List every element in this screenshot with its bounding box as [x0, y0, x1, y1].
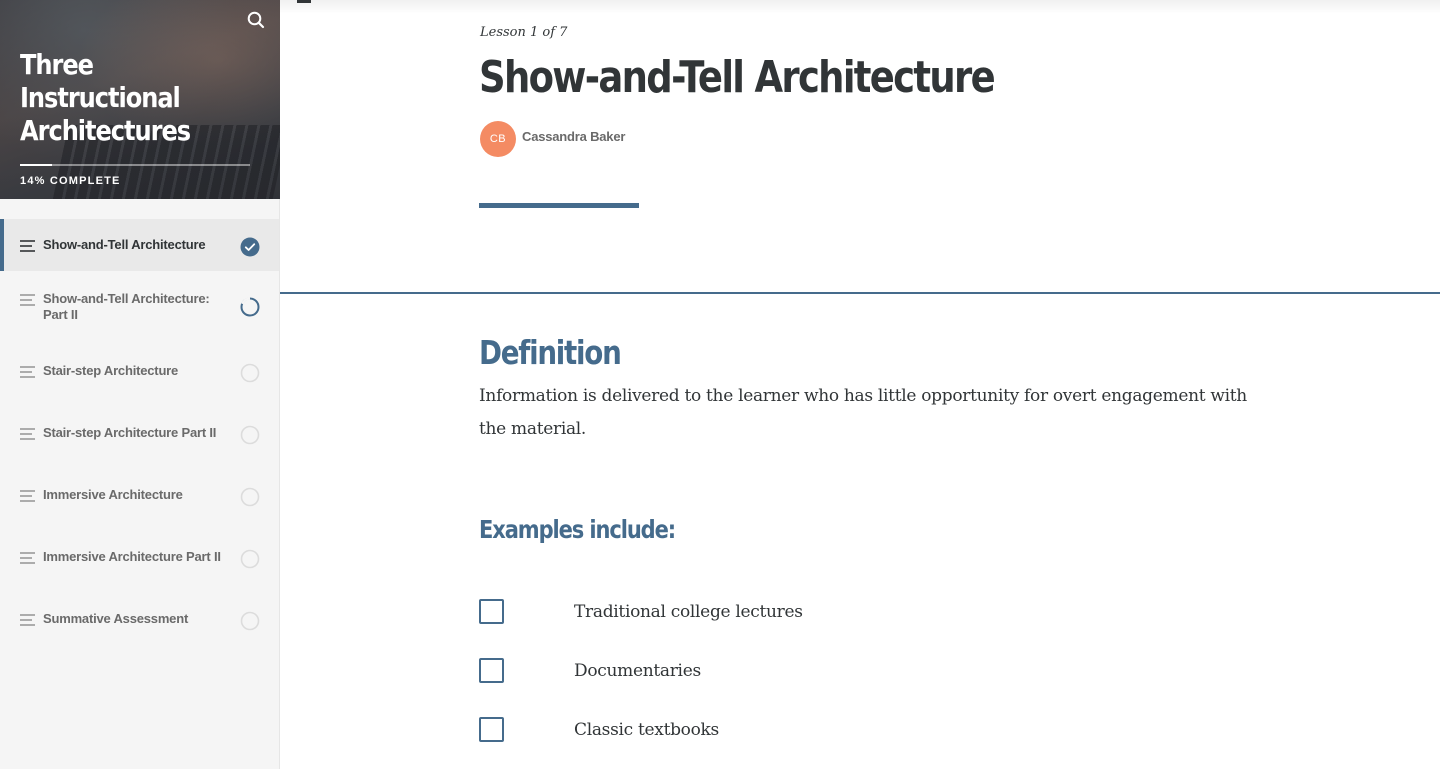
lesson-text-icon — [20, 365, 36, 378]
examples-checklist: Traditional college lectures Documentarie… — [479, 582, 1179, 759]
avatar: CB — [480, 121, 516, 157]
lesson-count: Lesson 1 of 7 — [480, 25, 568, 40]
example-label: Documentaries — [574, 660, 701, 681]
lesson-list: Show-and-Tell Architecture Show-and-Tell … — [0, 219, 279, 653]
in-progress-icon — [240, 297, 260, 317]
definition-heading: Definition — [479, 333, 622, 372]
lesson-text-icon — [20, 239, 36, 252]
sidebar-lesson-item[interactable]: Show-and-Tell Architecture: Part II — [0, 271, 279, 343]
title-divider — [479, 203, 639, 208]
checklist-item: Classic textbooks — [479, 700, 1179, 759]
empty-circle-icon — [240, 425, 260, 445]
lesson-title: Immersive Architecture — [43, 487, 183, 502]
lesson-text-icon — [20, 613, 36, 626]
menu-toggle-icon[interactable] — [297, 0, 311, 3]
checklist-item: Documentaries — [479, 641, 1179, 700]
sidebar-lesson-item[interactable]: Show-and-Tell Architecture — [0, 219, 279, 271]
lesson-author: CB Cassandra Baker — [480, 121, 625, 157]
lesson-title: Stair-step Architecture Part II — [43, 425, 217, 440]
lesson-title: Stair-step Architecture — [43, 363, 179, 378]
sidebar-lesson-item[interactable]: Immersive Architecture — [0, 467, 279, 529]
empty-circle-icon — [240, 549, 260, 569]
empty-circle-icon — [240, 611, 260, 631]
empty-circle-icon — [240, 487, 260, 507]
checklist-item: Traditional college lectures — [479, 582, 1179, 641]
lesson-text-icon — [20, 293, 36, 306]
sidebar-lesson-item[interactable]: Stair-step Architecture — [0, 343, 279, 405]
check-circle-icon — [240, 237, 260, 257]
course-title[interactable]: Three Instructional Architectures — [20, 48, 226, 147]
lesson-title: Show-and-Tell Architecture — [43, 237, 206, 252]
course-sidebar: Three Instructional Architectures 14% CO… — [0, 0, 280, 769]
lesson-title: Show-and-Tell Architecture: Part II — [43, 291, 210, 322]
lesson-text-icon — [20, 427, 36, 440]
sidebar-lesson-item[interactable]: Immersive Architecture Part II — [0, 529, 279, 591]
lesson-text-icon — [20, 551, 36, 564]
definition-text: Information is delivered to the learner … — [479, 386, 1247, 439]
course-progress-fill — [20, 164, 53, 166]
page-title: Show-and-Tell Architecture — [479, 52, 996, 103]
sidebar-lesson-item[interactable]: Stair-step Architecture Part II — [0, 405, 279, 467]
example-checkbox[interactable] — [479, 599, 504, 624]
example-label: Classic textbooks — [574, 719, 719, 740]
lesson-title: Immersive Architecture Part II — [43, 549, 221, 564]
sidebar-lesson-item[interactable]: Summative Assessment — [0, 591, 279, 653]
top-bar — [280, 0, 1440, 14]
example-checkbox[interactable] — [479, 717, 504, 742]
course-hero: Three Instructional Architectures 14% CO… — [0, 0, 280, 199]
course-progress-bar — [20, 164, 250, 166]
author-name: Cassandra Baker — [522, 129, 626, 144]
section-divider — [280, 292, 1440, 294]
example-label: Traditional college lectures — [574, 601, 803, 622]
search-icon[interactable] — [246, 10, 266, 30]
course-progress-label: 14% COMPLETE — [20, 175, 121, 187]
example-checkbox[interactable] — [479, 658, 504, 683]
lesson-title: Summative Assessment — [43, 611, 189, 626]
empty-circle-icon — [240, 363, 260, 383]
lesson-text-icon — [20, 489, 36, 502]
examples-heading: Examples include: — [479, 515, 676, 544]
